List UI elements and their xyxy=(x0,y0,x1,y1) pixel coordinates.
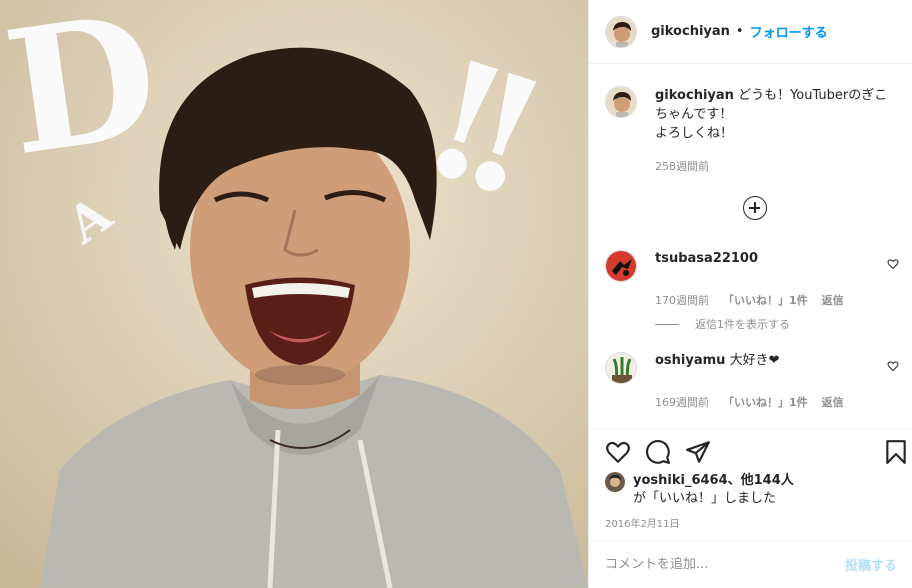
post-header: gikochiyan • フォローする xyxy=(589,0,912,64)
comment-avatar[interactable] xyxy=(605,352,637,384)
author-avatar[interactable] xyxy=(605,15,637,48)
comment-likes[interactable]: 「いいね！」1件 xyxy=(723,292,808,308)
caption-avatar[interactable] xyxy=(605,86,637,118)
follow-button[interactable]: フォローする xyxy=(750,22,828,41)
comment-text: 大好き❤ xyxy=(729,353,780,368)
author-username[interactable]: gikochiyan xyxy=(651,24,730,39)
comment-item: oshiyamu 大好き❤ 169週間前 「いいね！」1件 返信 xyxy=(605,352,905,410)
add-comment-bar: 投稿する xyxy=(589,540,912,588)
caption-line2: ちゃんです！ xyxy=(655,107,733,122)
reply-button[interactable]: 返信 xyxy=(822,394,844,410)
like-comment-heart-icon[interactable] xyxy=(887,258,899,270)
comment-input[interactable] xyxy=(605,557,845,572)
comment-item: tsubasa22100 170週間前 「いいね！」1件 返信 xyxy=(605,250,905,308)
likes-others[interactable]: 、他144人 xyxy=(728,473,794,488)
post-photo[interactable]: D A !! xyxy=(0,0,588,588)
person-illustration xyxy=(40,47,588,588)
view-replies-label: 返信1件を表示する xyxy=(695,318,790,331)
caption-timestamp[interactable]: 258週間前 xyxy=(655,157,887,176)
reply-button[interactable]: 返信 xyxy=(822,292,844,308)
post-panel: gikochiyan • フォローする gikochiyan どうも！YouTu… xyxy=(588,0,912,588)
comment-likes[interactable]: 「いいね！」1件 xyxy=(723,394,808,410)
comment-timestamp[interactable]: 170週間前 xyxy=(655,292,709,308)
comment-username[interactable]: tsubasa22100 xyxy=(655,251,758,266)
comment-icon[interactable] xyxy=(645,439,671,465)
save-bookmark-icon[interactable] xyxy=(883,439,909,465)
likes-summary: yoshiki_6464、他144人 が「いいね！」しました xyxy=(605,472,794,508)
header-separator: • xyxy=(735,24,744,39)
caption-line1: どうも！YouTuberのぎこ xyxy=(738,88,888,103)
likes-suffix: が「いいね！」しました xyxy=(633,491,777,506)
liker-avatar[interactable] xyxy=(605,472,625,492)
like-comment-heart-icon[interactable] xyxy=(887,360,899,372)
share-icon[interactable] xyxy=(685,439,711,465)
post-comment-button[interactable]: 投稿する xyxy=(845,555,897,574)
caption-line3: よろしくね！ xyxy=(655,126,734,141)
caption-username[interactable]: gikochiyan xyxy=(655,88,734,103)
load-more-comments-icon[interactable] xyxy=(743,196,767,220)
caption-text: gikochiyan どうも！YouTuberのぎこ ちゃんです！ よろしくね！… xyxy=(655,86,887,176)
post-date[interactable]: 2016年2月11日 xyxy=(605,515,680,530)
comment-username[interactable]: oshiyamu xyxy=(655,353,725,368)
like-heart-icon[interactable] xyxy=(605,439,631,465)
view-replies-button[interactable]: 返信1件を表示する xyxy=(655,316,790,332)
replies-divider xyxy=(655,323,679,325)
comment-avatar[interactable] xyxy=(605,250,637,282)
liker-username[interactable]: yoshiki_6464 xyxy=(633,473,728,488)
post-caption: gikochiyan どうも！YouTuberのぎこ ちゃんです！ よろしくね！… xyxy=(605,86,905,176)
comment-timestamp[interactable]: 169週間前 xyxy=(655,394,709,410)
